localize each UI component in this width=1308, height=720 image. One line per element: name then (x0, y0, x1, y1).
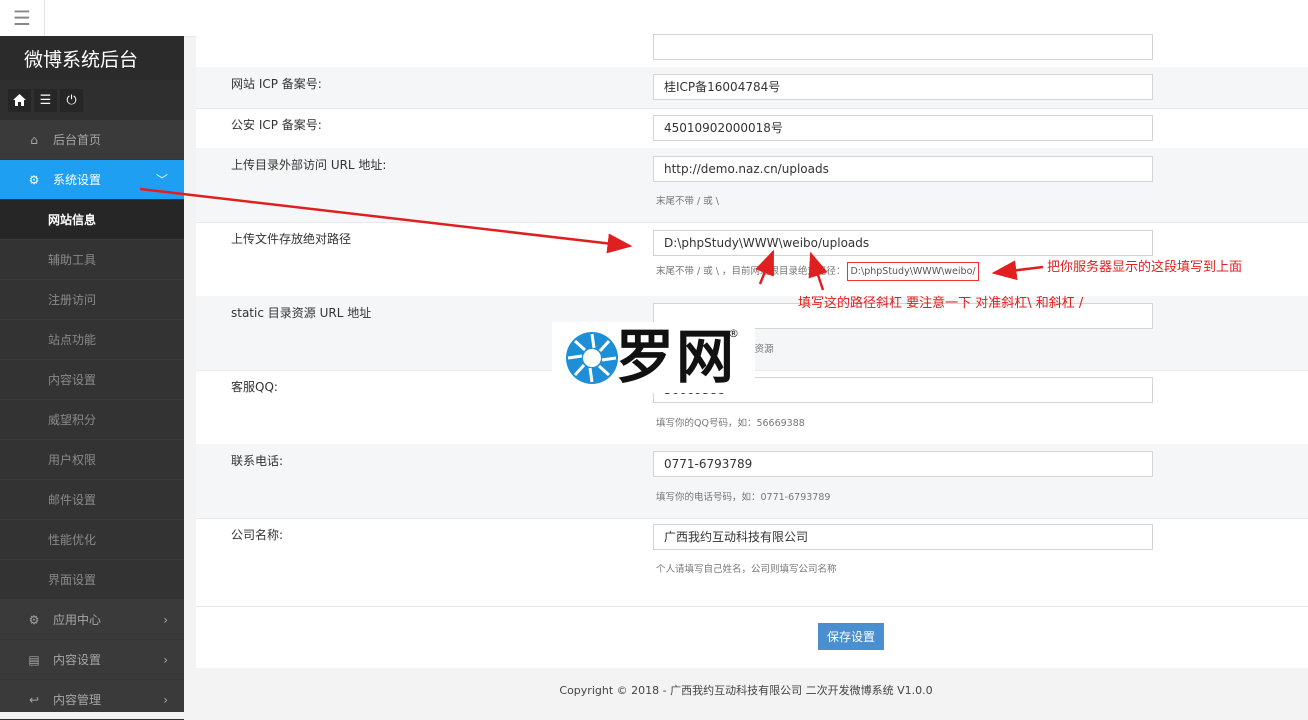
upload-path-field[interactable]: D:\phpStudy\WWW\weibo/uploads (653, 230, 1153, 256)
top-bar: ☰ (0, 0, 1308, 37)
power-icon[interactable]: ⏻ (60, 88, 83, 112)
sidebar-item-content-settings[interactable]: ▤ 内容设置 › (0, 640, 184, 680)
watermark-registered-mark: ® (728, 327, 739, 340)
sidebar-subitem-mail[interactable]: 邮件设置 (0, 480, 184, 520)
annotation-right: 把你服务器显示的这段填写到上面 (1047, 260, 1243, 275)
form-row-phone: 联系电话: 0771-6793789 填写你的电话号码，如：0771-67937… (196, 444, 1308, 519)
shortcut-bar: ☰ ⏻ (0, 80, 184, 120)
sidebar-subitem-content-settings[interactable]: 内容设置 (0, 360, 184, 400)
police-field[interactable]: 45010902000018号 (653, 115, 1153, 141)
sidebar-subitem-register[interactable]: 注册访问 (0, 280, 184, 320)
upload-url-label: 上传目录外部访问 URL 地址: (231, 158, 387, 172)
footer-copyright: Copyright © 2018 - 广西我约互动科技有限公司 二次开发微博系统… (559, 684, 933, 697)
static-label: static 目录资源 URL 地址 (231, 306, 372, 320)
save-settings-button[interactable]: 保存设置 (818, 623, 884, 650)
phone-label: 联系电话: (231, 454, 284, 468)
phone-field[interactable]: 0771-6793789 (653, 451, 1153, 477)
company-label: 公司名称: (231, 528, 284, 542)
sidebar-subitem-performance[interactable]: 性能优化 (0, 520, 184, 560)
reply-icon: ↩ (28, 692, 40, 707)
sidebar-subitem-points[interactable]: 威望积分 (0, 400, 184, 440)
form-row-icp: 网站 ICP 备案号: 桂ICP备16004784号 (196, 67, 1308, 109)
upload-path-label: 上传文件存放绝对路径 (231, 232, 352, 246)
company-field[interactable]: 广西我约互动科技有限公司 (653, 524, 1153, 550)
form-row-previous (196, 34, 1308, 68)
annotation-below: 填写这的路径斜杠 要注意一下 对准斜杠\ 和斜杠 / (798, 296, 1084, 311)
home-icon[interactable] (8, 88, 31, 112)
upload-path-hint: 末尾不带 / 或 \ ，目前网站根目录绝对路径： D:\phpStudy\WWW\… (656, 262, 979, 281)
sidebar-subitem-site-features[interactable]: 站点功能 (0, 320, 184, 360)
police-label: 公安 ICP 备案号: (231, 118, 322, 132)
upload-path-hint-text: 末尾不带 / 或 \ ，目前网站根目录绝对路径： (656, 266, 846, 277)
sidebar-item-system-settings[interactable]: ⚙ 系统设置 ﹀ (0, 160, 184, 200)
chevron-right-icon: › (163, 612, 168, 627)
brand-title: 微博系统后台 (0, 36, 184, 80)
company-hint: 个人请填写自己姓名，公司则填写公司名称 (656, 564, 837, 575)
form-row-company: 公司名称: 广西我约互动科技有限公司 个人请填写自己姓名，公司则填写公司名称 (196, 518, 1308, 607)
gear-icon: ⚙ (28, 612, 40, 627)
previous-field[interactable] (653, 34, 1153, 60)
list-icon[interactable]: ☰ (34, 88, 57, 112)
icp-field[interactable]: 桂ICP备16004784号 (653, 74, 1153, 100)
sidebar-subitem-interface[interactable]: 界面设置 (0, 560, 184, 600)
upload-url-field[interactable]: http://demo.naz.cn/uploads (653, 156, 1153, 182)
sidebar-item-label: 应用中心 (53, 613, 102, 627)
sidebar: 微博系统后台 ☰ ⏻ ⌂ 后台首页 ⚙ 系统设置 ﹀ 网站信息 辅助工具 注册访… (0, 36, 184, 720)
chevron-right-icon: › (163, 652, 168, 667)
sidebar-item-home[interactable]: ⌂ 后台首页 (0, 120, 184, 160)
hamburger-menu-icon[interactable]: ☰ (0, 0, 45, 36)
gear-icon: ⚙ (28, 172, 40, 187)
upload-url-hint: 末尾不带 / 或 \ (656, 196, 719, 207)
sidebar-item-label: 内容管理 (53, 693, 102, 707)
form-row-upload-url: 上传目录外部访问 URL 地址: http://demo.naz.cn/uplo… (196, 148, 1308, 223)
qq-hint: 填写你的QQ号码，如：56669388 (656, 418, 805, 429)
sidebar-subitem-tools[interactable]: 辅助工具 (0, 240, 184, 280)
sidebar-item-label: 内容设置 (53, 653, 102, 667)
watermark-logo-icon (566, 332, 618, 384)
list-icon: ▤ (28, 652, 40, 667)
icp-label: 网站 ICP 备案号: (231, 77, 322, 91)
sidebar-subitem-permissions[interactable]: 用户权限 (0, 440, 184, 480)
phone-hint: 填写你的电话号码，如：0771-6793789 (656, 492, 831, 503)
sidebar-item-content-manage[interactable]: ↩ 内容管理 › (0, 680, 184, 720)
sidebar-item-label: 系统设置 (53, 173, 102, 187)
qq-label: 客服QQ: (231, 380, 278, 394)
sidebar-item-label: 后台首页 (53, 133, 102, 147)
chevron-down-icon: ﹀ (155, 173, 168, 187)
current-path-box: D:\phpStudy\WWW\weibo/ (847, 262, 979, 281)
home-icon: ⌂ (30, 132, 38, 147)
sidebar-subitem-site-info[interactable]: 网站信息 (0, 200, 184, 240)
chevron-right-icon: › (163, 692, 168, 707)
watermark-logo-text: 罗网 (616, 323, 737, 391)
form-row-police: 公安 ICP 备案号: 45010902000018号 (196, 108, 1308, 149)
sidebar-item-app-center[interactable]: ⚙ 应用中心 › (0, 600, 184, 640)
